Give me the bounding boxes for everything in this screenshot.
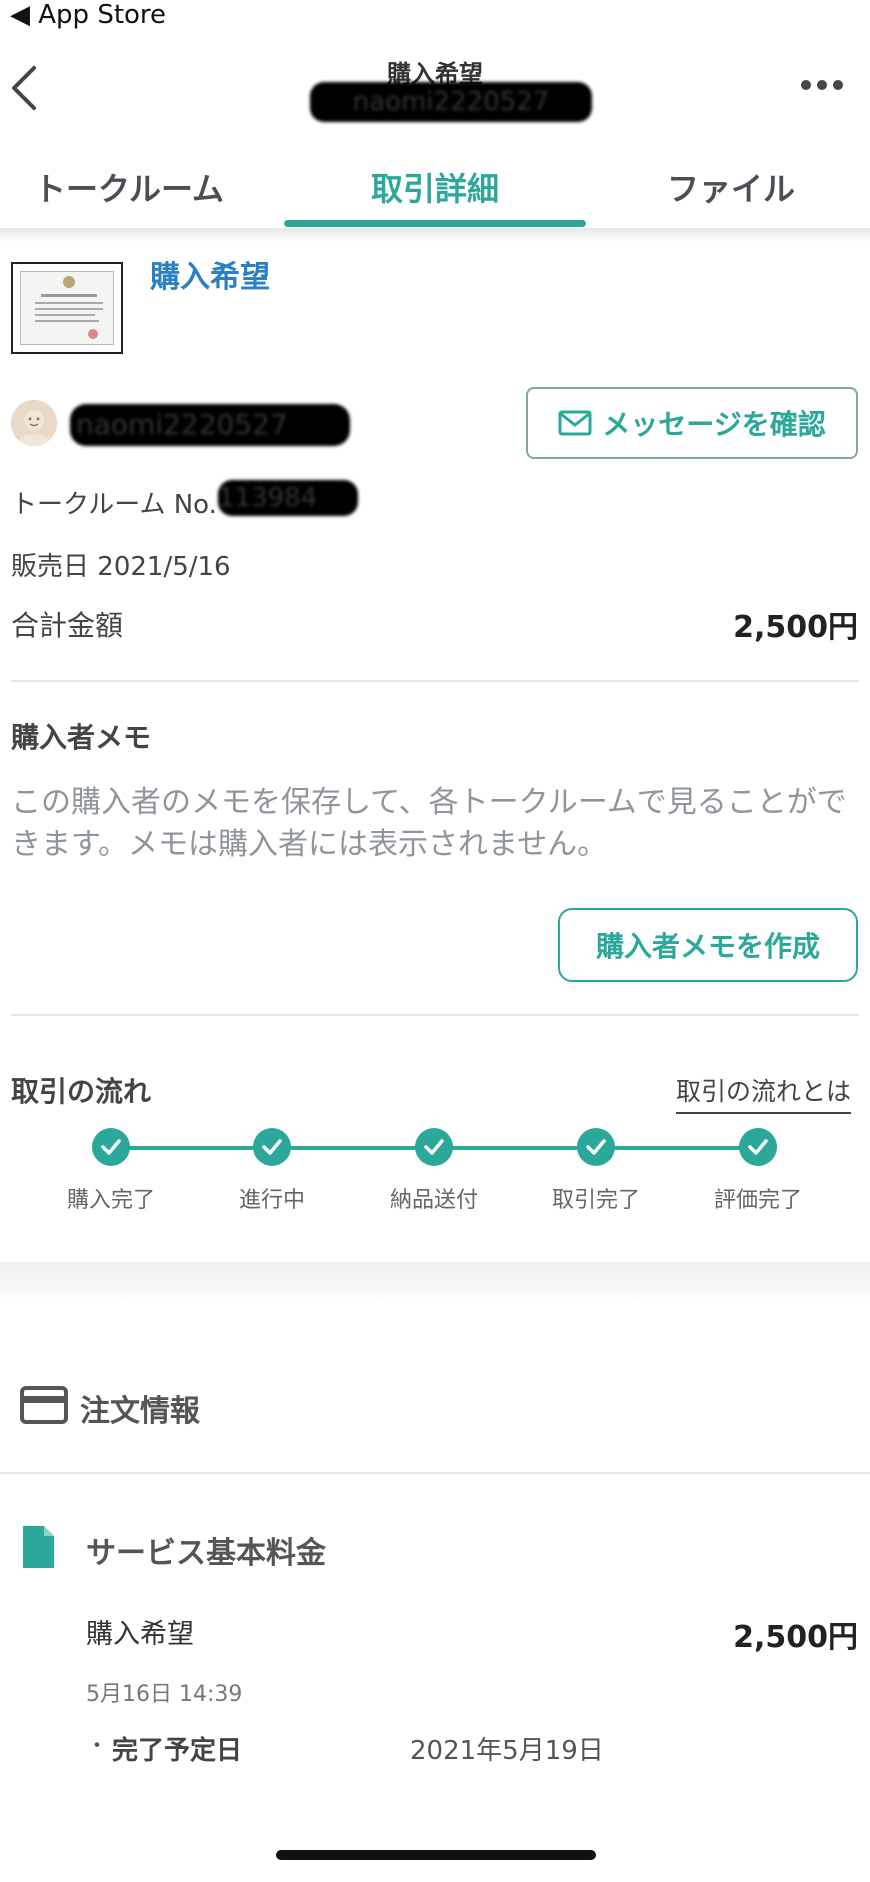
section-separator: [0, 1262, 870, 1306]
username-redacted[interactable]: naomi2220527: [70, 404, 350, 446]
talkroom-number-label: トークルーム No.: [11, 490, 217, 520]
divider: [11, 680, 859, 682]
flow-step: 納品送付: [379, 1128, 489, 1214]
home-indicator[interactable]: [276, 1850, 596, 1860]
product-thumbnail[interactable]: [11, 262, 123, 354]
flow-step: 評価完了: [703, 1128, 813, 1214]
check-icon: [577, 1128, 615, 1166]
active-tab-indicator: [284, 220, 586, 227]
service-base-fee-heading: サービス基本料金: [86, 1536, 326, 1571]
flow-step: 購入完了: [56, 1128, 166, 1214]
sale-date-label: 販売日: [11, 552, 90, 582]
divider: [11, 1014, 859, 1016]
page-subtitle-redacted: naomi2220527: [310, 82, 592, 122]
total-amount-label: 合計金額: [11, 609, 124, 642]
transaction-flow-help-link[interactable]: 取引の流れとは: [676, 1072, 852, 1114]
divider: [0, 1472, 870, 1474]
file-icon: [23, 1526, 54, 1568]
tab-files[interactable]: ファイル: [586, 164, 870, 210]
flow-step: 取引完了: [541, 1128, 651, 1214]
sale-date-value: 2021/5/16: [97, 552, 231, 582]
buyer-memo-description: この購入者のメモを保存して、各トークルームで見ることができます。メモは購入者には…: [11, 785, 847, 862]
tab-shadow: [0, 228, 870, 242]
flow-step-label: 取引完了: [551, 1188, 640, 1213]
product-title-link[interactable]: 購入希望: [150, 252, 270, 296]
flow-step-label: 購入完了: [66, 1188, 155, 1213]
more-dots-icon[interactable]: [800, 76, 844, 94]
bullet: ・: [86, 1734, 109, 1759]
check-icon: [739, 1128, 777, 1166]
check-messages-button[interactable]: メッセージを確認: [526, 387, 858, 459]
status-bar-back-app[interactable]: ◀ App Store: [10, 0, 166, 30]
transaction-flow-heading: 取引の流れ: [11, 1075, 152, 1108]
check-icon: [253, 1128, 291, 1166]
credit-card-icon: [20, 1386, 68, 1424]
create-buyer-memo-button[interactable]: 購入者メモを作成: [558, 908, 858, 982]
check-icon: [92, 1128, 130, 1166]
check-messages-label: メッセージを確認: [602, 408, 826, 441]
mail-icon: [558, 410, 592, 436]
flow-step-label: 評価完了: [713, 1188, 802, 1213]
order-item-price: 2,500円: [733, 1620, 858, 1655]
flow-step-label: 納品送付: [389, 1188, 478, 1213]
tab-talkroom[interactable]: トークルーム: [0, 164, 274, 210]
tab-transaction-details[interactable]: 取引詳細: [290, 164, 580, 210]
total-amount-value: 2,500円: [733, 610, 858, 645]
due-date-label: 完了予定日: [112, 1736, 243, 1766]
check-icon: [415, 1128, 453, 1166]
talkroom-number-redacted: 113984: [218, 480, 358, 516]
flow-step-label: 進行中: [238, 1188, 305, 1213]
order-info-heading: 注文情報: [80, 1394, 200, 1429]
order-item-timestamp: 5月16日 14:39: [86, 1682, 243, 1707]
due-date-value: 2021年5月19日: [410, 1736, 604, 1766]
flow-step: 進行中: [217, 1128, 327, 1214]
buyer-memo-heading: 購入者メモ: [11, 721, 152, 754]
tab-bar: トークルーム 取引詳細 ファイル: [0, 150, 870, 230]
order-item-name: 購入希望: [86, 1619, 194, 1650]
sale-date: 販売日 2021/5/16: [11, 546, 231, 583]
avatar[interactable]: [11, 400, 57, 446]
